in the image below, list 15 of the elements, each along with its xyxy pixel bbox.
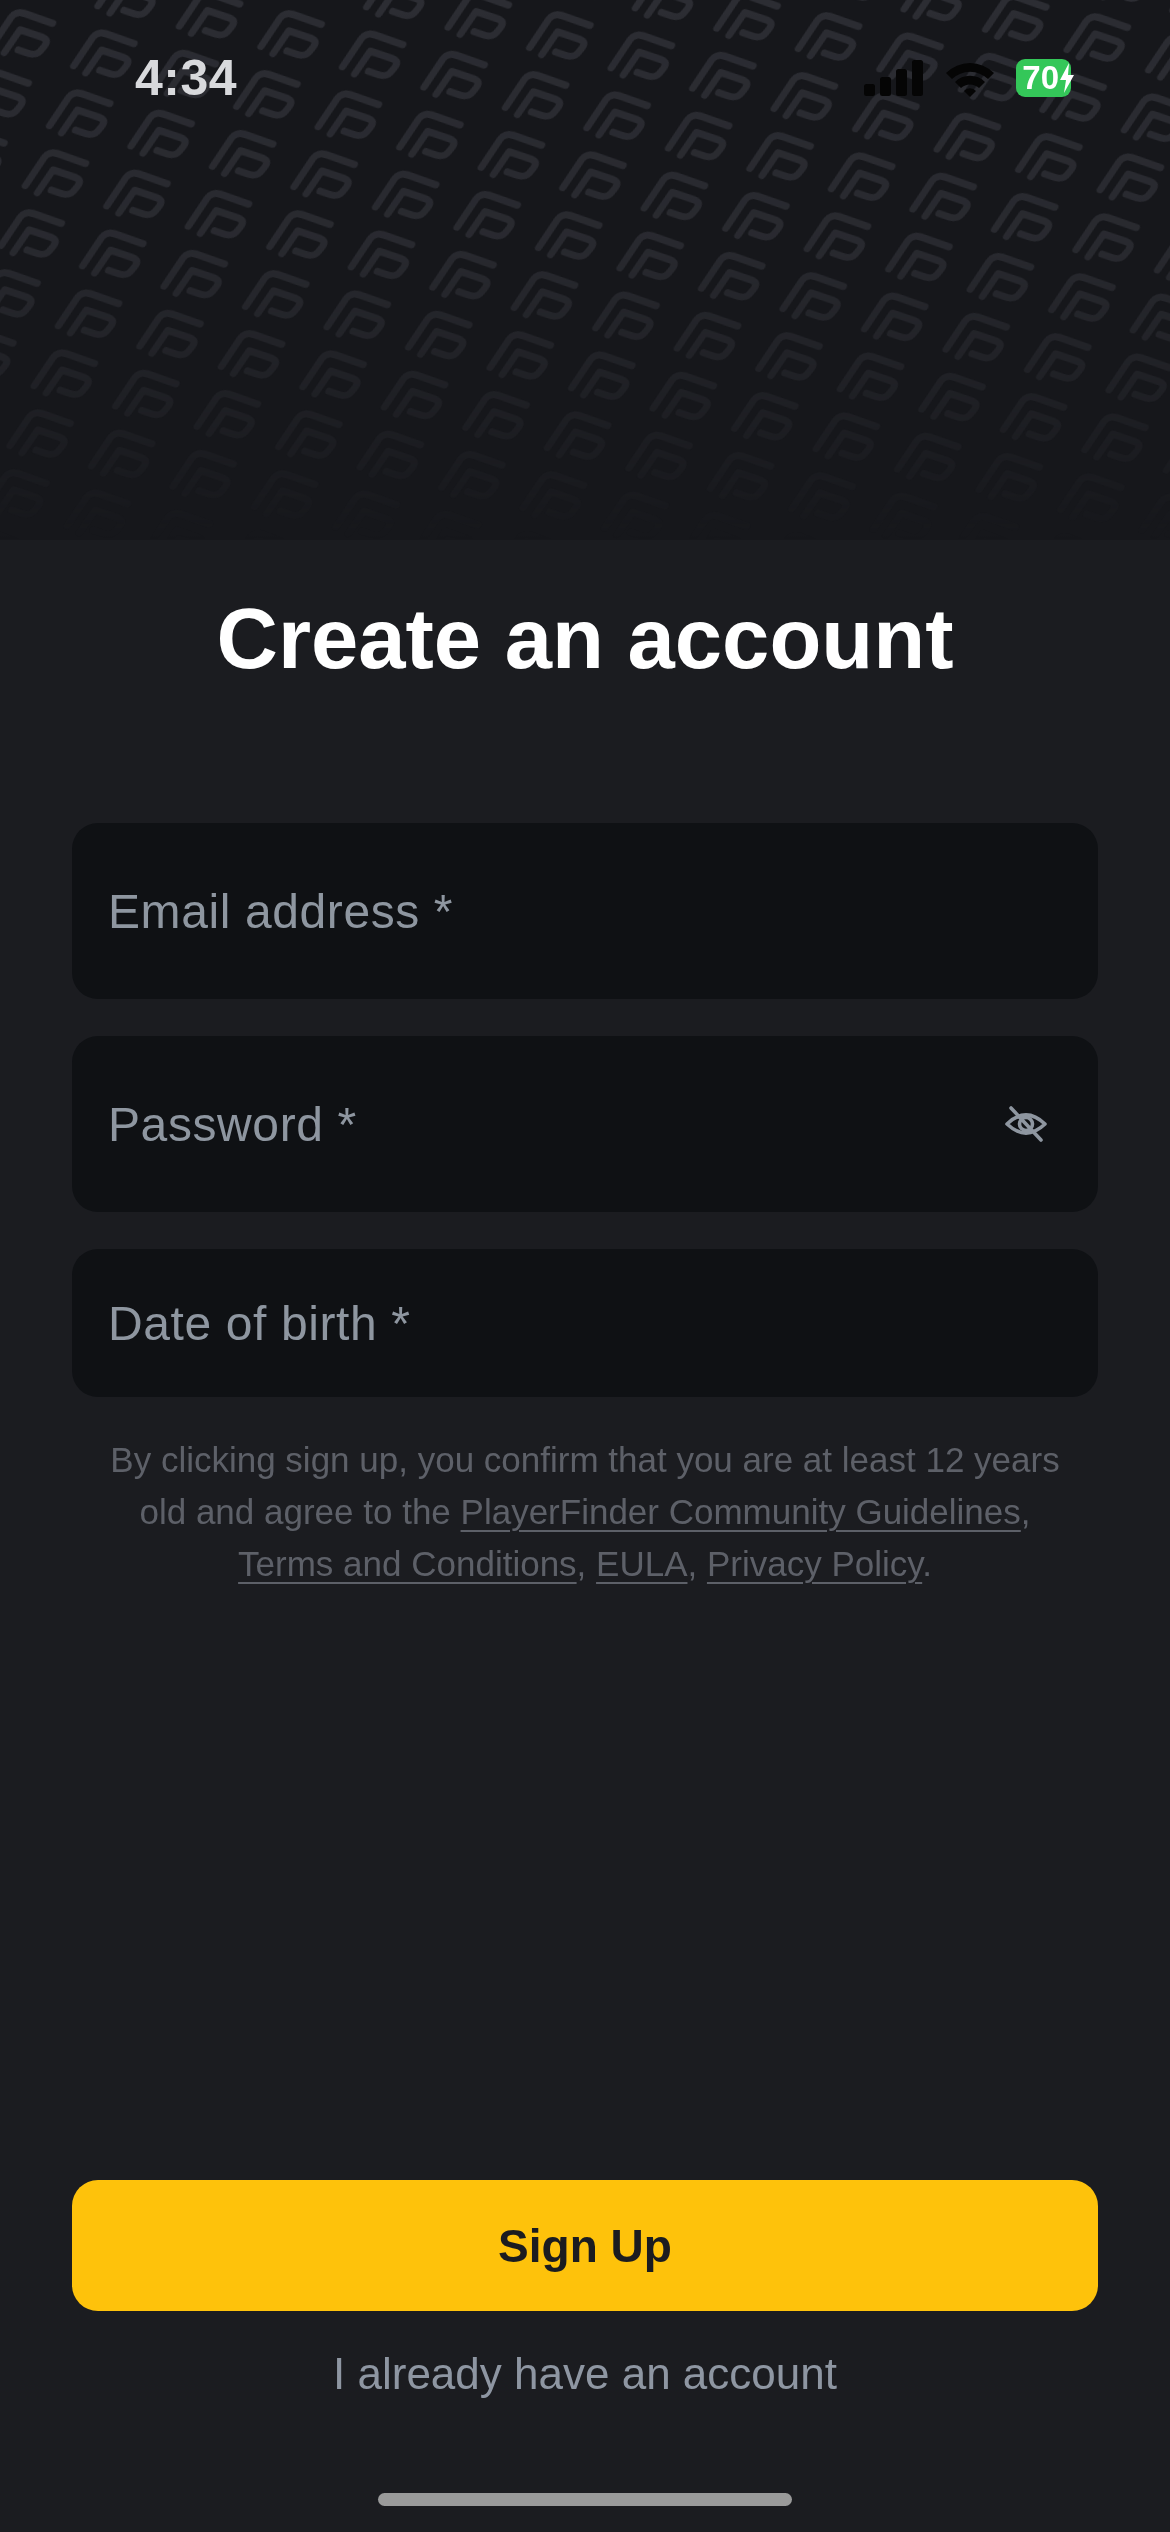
status-time: 4:34 [135,53,238,103]
sign-up-button[interactable]: Sign Up [72,2180,1098,2311]
eye-slash-icon[interactable] [1004,1105,1048,1143]
legal-link[interactable]: Terms and Conditions [238,1544,577,1583]
signal-icon [864,60,925,96]
legal-text: By clicking sign up, you confirm that you are at least 12 years old and agree to the PlayerFinder Community Guidelines, Terms and Conditions, EULA, Privacy Policy. [109,1439,1061,1585]
page-title: Create an account [215,590,955,688]
password-field[interactable]: Password * [72,1036,1098,1212]
date-field[interactable]: Date of birth * [72,1249,1098,1397]
email-field[interactable]: Email address * [72,823,1098,999]
login-link[interactable]: I already have an account [333,2347,837,2401]
legal-link[interactable]: Privacy Policy [706,1544,923,1583]
legal-link[interactable]: PlayerFinder Community Guidelines [460,1492,1021,1531]
battery-indicator: 70 [1016,59,1071,97]
legal-link[interactable]: EULA [596,1544,688,1583]
